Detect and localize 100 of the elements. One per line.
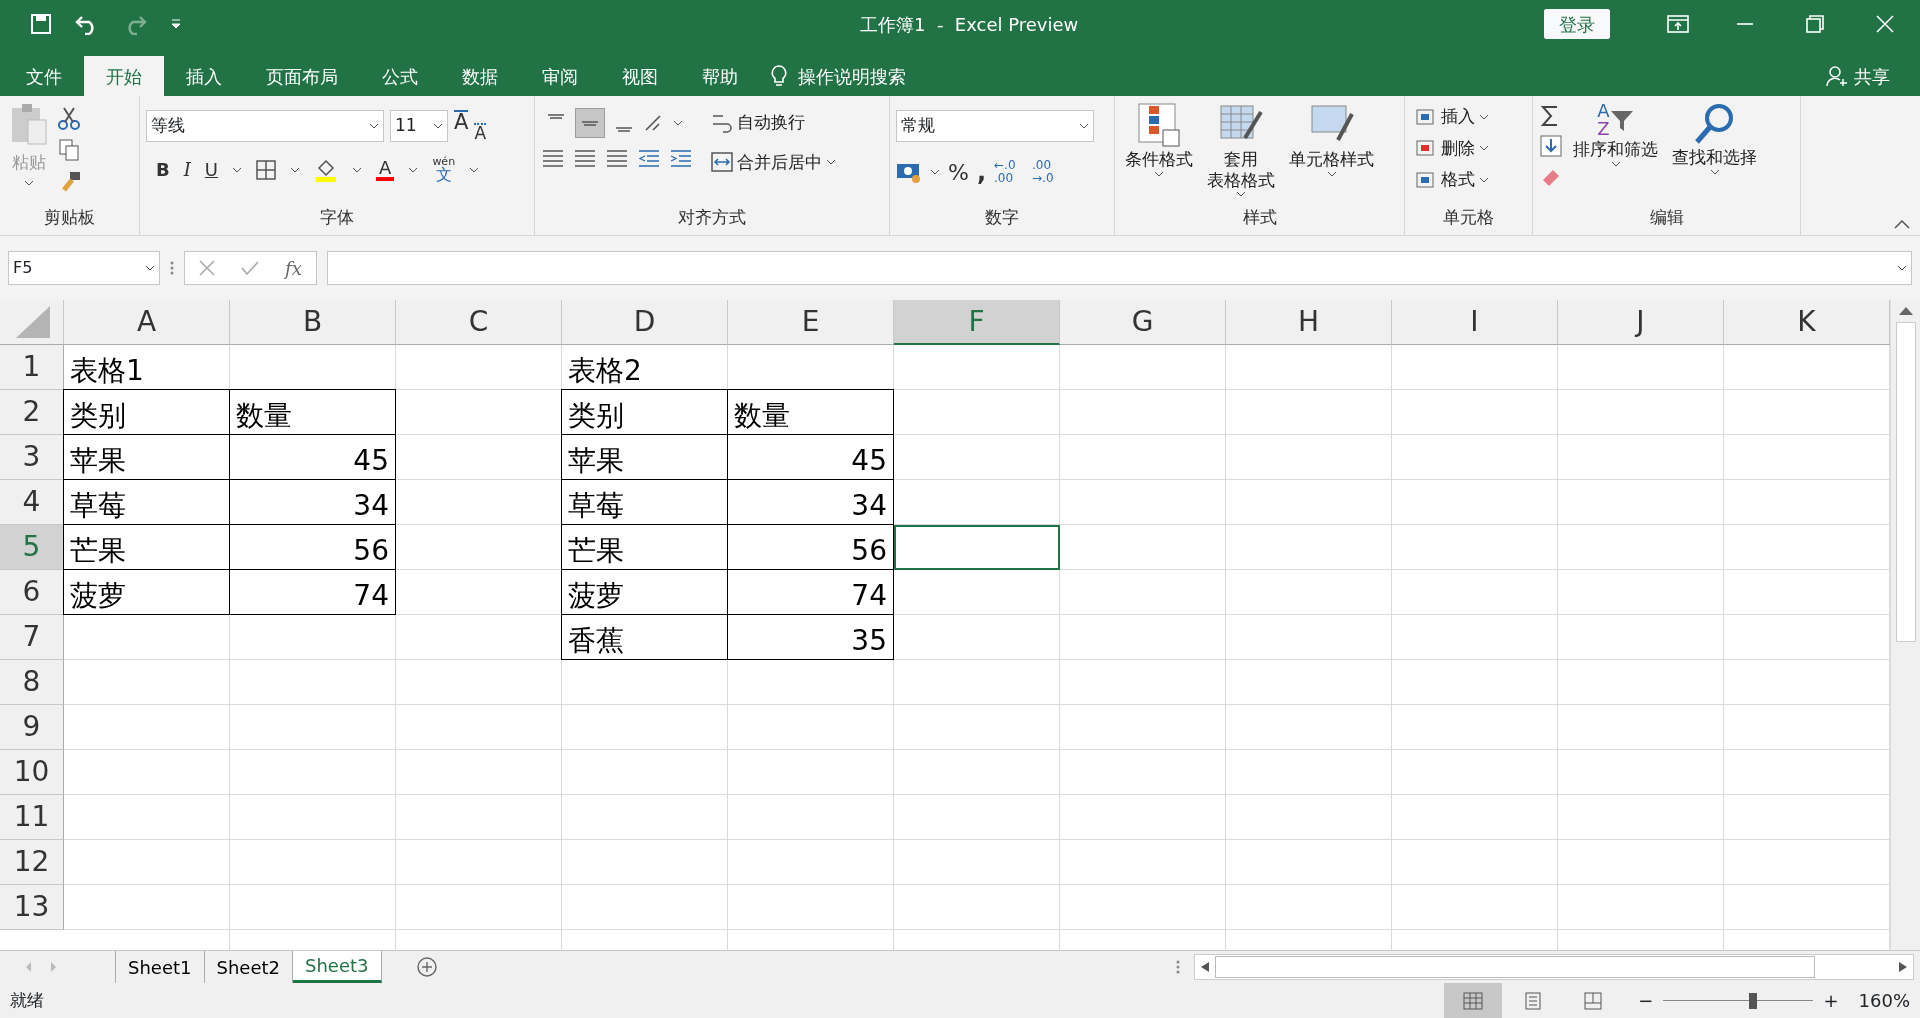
lightbulb-icon[interactable] (770, 64, 788, 88)
zoom-level[interactable]: 160% (1858, 987, 1910, 1014)
align-left-icon[interactable] (541, 148, 565, 168)
formula-field[interactable] (326, 251, 1912, 285)
italic-button[interactable]: I (183, 156, 191, 183)
row-header[interactable]: 7 (0, 615, 64, 660)
horizontal-scroll-thumb[interactable] (1215, 956, 1815, 978)
sort-filter-button[interactable]: A Z 排序和筛选 (1569, 100, 1662, 205)
comma-button[interactable]: , (976, 154, 987, 190)
zoom-slider-thumb[interactable] (1749, 992, 1758, 1009)
bold-button[interactable]: B (156, 156, 170, 183)
ribbon-tab[interactable]: 插入 (164, 56, 244, 96)
column-header[interactable]: E (728, 300, 894, 345)
ribbon-tab[interactable]: 数据 (440, 56, 520, 96)
increase-indent-icon[interactable] (669, 148, 693, 168)
column-header[interactable]: B (230, 300, 396, 345)
column-header[interactable]: I (1392, 300, 1558, 345)
row-header[interactable]: 11 (0, 795, 64, 840)
column-header[interactable]: J (1558, 300, 1724, 345)
grow-font-button[interactable]: A (454, 110, 469, 142)
percent-button[interactable]: % (948, 155, 969, 189)
align-middle-button[interactable] (575, 108, 605, 138)
row-header[interactable]: 12 (0, 840, 64, 885)
column-header[interactable]: G (1060, 300, 1226, 345)
column-header[interactable]: F (894, 300, 1060, 345)
cancel-icon[interactable] (199, 260, 215, 276)
decrease-indent-icon[interactable] (637, 148, 661, 168)
table-cell[interactable]: 74 (229, 569, 396, 615)
ribbon-tab[interactable]: 审阅 (520, 56, 600, 96)
save-icon[interactable] (30, 13, 52, 35)
ribbon-tab[interactable]: 开始 (84, 56, 164, 96)
insert-cells-button[interactable]: 插入 (1411, 102, 1493, 132)
ribbon-tab[interactable]: 帮助 (680, 56, 760, 96)
table-cell[interactable]: 类别 (561, 389, 728, 435)
column-header[interactable]: A (64, 300, 230, 345)
ribbon-tab[interactable]: 页面布局 (244, 56, 360, 96)
merge-center-button[interactable]: 合并后居中 (707, 147, 840, 177)
row-header[interactable]: 4 (0, 480, 64, 525)
share-button[interactable]: 共享 (1854, 62, 1890, 90)
insert-function-button[interactable]: fx (285, 254, 302, 282)
row-header[interactable]: 13 (0, 885, 64, 930)
column-header[interactable]: K (1724, 300, 1890, 345)
column-header[interactable]: D (562, 300, 728, 345)
find-select-button[interactable]: 查找和选择 (1668, 100, 1761, 205)
selected-cell[interactable] (894, 525, 1060, 570)
font-name-field[interactable]: 等线 (146, 110, 384, 142)
row-header[interactable]: 1 (0, 345, 64, 390)
row-header[interactable]: 8 (0, 660, 64, 705)
table-cell[interactable]: 香蕉 (561, 614, 728, 660)
wrap-text-button[interactable]: 自动换行 (707, 108, 840, 138)
table-cell[interactable]: 类别 (63, 389, 230, 435)
font-color-button[interactable]: A (376, 158, 395, 181)
format-cells-button[interactable]: 格式 (1411, 165, 1493, 195)
customize-icon[interactable] (170, 18, 182, 30)
ribbon-tab[interactable]: 公式 (360, 56, 440, 96)
underline-button[interactable]: U (204, 156, 219, 183)
align-right-icon[interactable] (605, 148, 629, 168)
copy-icon[interactable] (58, 138, 80, 162)
shrink-font-button[interactable]: A (474, 123, 486, 142)
collapse-ribbon-icon[interactable] (1894, 219, 1910, 229)
row-header[interactable]: 10 (0, 750, 64, 795)
table-cell[interactable]: 数量 (229, 389, 396, 435)
add-sheet-icon[interactable] (415, 956, 438, 978)
zoom-out-button[interactable]: − (1638, 987, 1654, 1014)
decrease-decimal-button[interactable]: .00 →.0 (1032, 158, 1067, 186)
borders-icon[interactable] (256, 159, 277, 180)
row-header[interactable]: 9 (0, 705, 64, 750)
delete-cells-button[interactable]: 删除 (1411, 133, 1493, 163)
row-header[interactable]: 5 (0, 525, 64, 570)
ribbon-display-icon[interactable] (1667, 15, 1689, 33)
increase-decimal-button[interactable]: ←.0 .00 (994, 158, 1025, 186)
table-cell[interactable]: 35 (727, 614, 894, 660)
close-icon[interactable] (1876, 15, 1894, 33)
tell-me-search[interactable]: 操作说明搜索 (798, 62, 906, 90)
zoom-in-button[interactable]: + (1823, 987, 1839, 1014)
name-box[interactable]: F5 (8, 251, 160, 285)
align-center-icon[interactable] (573, 148, 597, 168)
scissors-icon[interactable] (58, 106, 80, 130)
cell-styles-button[interactable]: 单元格样式 (1285, 100, 1378, 205)
row-header[interactable]: 2 (0, 390, 64, 435)
row-header[interactable]: 3 (0, 435, 64, 480)
ribbon-tab[interactable]: 文件 (4, 56, 84, 96)
phonetic-button[interactable]: wén 文 (432, 156, 456, 183)
row-header[interactable]: 6 (0, 570, 64, 615)
fill-down-icon[interactable] (1539, 134, 1563, 158)
ribbon-tab[interactable]: 视图 (600, 56, 680, 96)
number-format-field[interactable]: 常规 (896, 110, 1094, 142)
conditional-format-button[interactable]: 条件格式 (1121, 100, 1197, 205)
column-header[interactable]: C (396, 300, 562, 345)
table-cell[interactable]: 菠萝 (63, 569, 230, 615)
login-button[interactable]: 登录 (1544, 9, 1610, 39)
vertical-scroll-thumb[interactable] (1895, 322, 1916, 642)
sheet-tab[interactable]: Sheet3 (293, 951, 382, 983)
format-table-button[interactable]: 套用 表格格式 (1203, 100, 1279, 205)
enter-icon[interactable] (241, 260, 259, 276)
fill-color-icon[interactable] (314, 157, 339, 182)
table-cell[interactable]: 数量 (727, 389, 894, 435)
more-icon[interactable] (170, 261, 174, 275)
more-icon[interactable] (1176, 960, 1180, 974)
currency-icon[interactable] (896, 161, 922, 183)
